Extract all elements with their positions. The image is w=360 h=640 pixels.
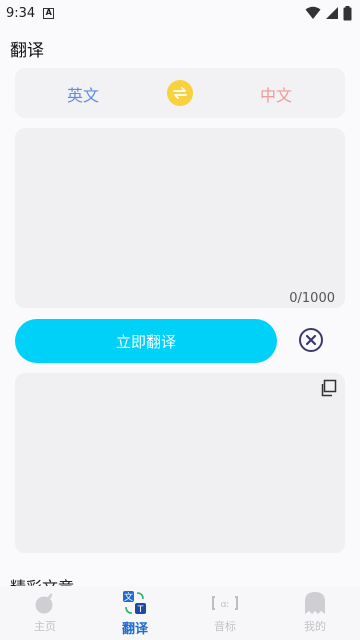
source-language[interactable]: 英文 xyxy=(67,82,99,106)
ghost-icon xyxy=(302,590,328,616)
svg-text:文: 文 xyxy=(124,591,133,603)
notification-a-icon: A xyxy=(43,7,55,19)
nav-item-mine[interactable]: 我的 xyxy=(270,586,360,640)
nav-item-translate[interactable]: 文 T 翻译 xyxy=(90,586,180,640)
status-icons xyxy=(305,5,352,21)
swap-arrows-icon xyxy=(173,87,187,99)
target-language[interactable]: 中文 xyxy=(260,82,292,106)
close-circle-icon xyxy=(299,328,323,352)
page-title: 翻译 xyxy=(10,41,44,61)
nav-label-home: 主页 xyxy=(34,620,56,633)
swap-language-button[interactable] xyxy=(167,80,193,106)
char-counter: 0/1000 xyxy=(289,291,335,306)
svg-text:T: T xyxy=(137,605,144,615)
copy-icon xyxy=(321,379,337,397)
bottom-nav: 主页 文 T 翻译 ɑː 音标 我的 xyxy=(0,586,360,640)
nav-item-phonetic[interactable]: ɑː 音标 xyxy=(180,586,270,640)
status-bar: 9:34 A xyxy=(0,0,360,26)
nav-label-translate: 翻译 xyxy=(121,622,148,637)
source-text-input[interactable] xyxy=(15,128,345,278)
source-text-area: 0/1000 xyxy=(15,128,345,308)
signal-icon xyxy=(326,7,338,19)
bomb-icon xyxy=(32,590,58,616)
nav-label-mine: 我的 xyxy=(304,620,326,633)
translation-output xyxy=(15,373,345,553)
nav-item-home[interactable]: 主页 xyxy=(0,586,90,640)
copy-button[interactable] xyxy=(319,379,337,397)
nav-label-phonetic: 音标 xyxy=(214,620,236,633)
battery-icon xyxy=(343,5,352,20)
wifi-icon xyxy=(305,6,321,19)
translate-icon: 文 T xyxy=(122,590,148,616)
language-selector: 英文 中文 xyxy=(15,68,345,118)
phonetic-icon: ɑː xyxy=(212,590,238,616)
svg-text:ɑː: ɑː xyxy=(221,600,230,610)
status-time: 9:34 xyxy=(6,5,36,21)
clear-button[interactable] xyxy=(298,327,324,353)
translate-button[interactable]: 立即翻译 xyxy=(15,319,277,363)
